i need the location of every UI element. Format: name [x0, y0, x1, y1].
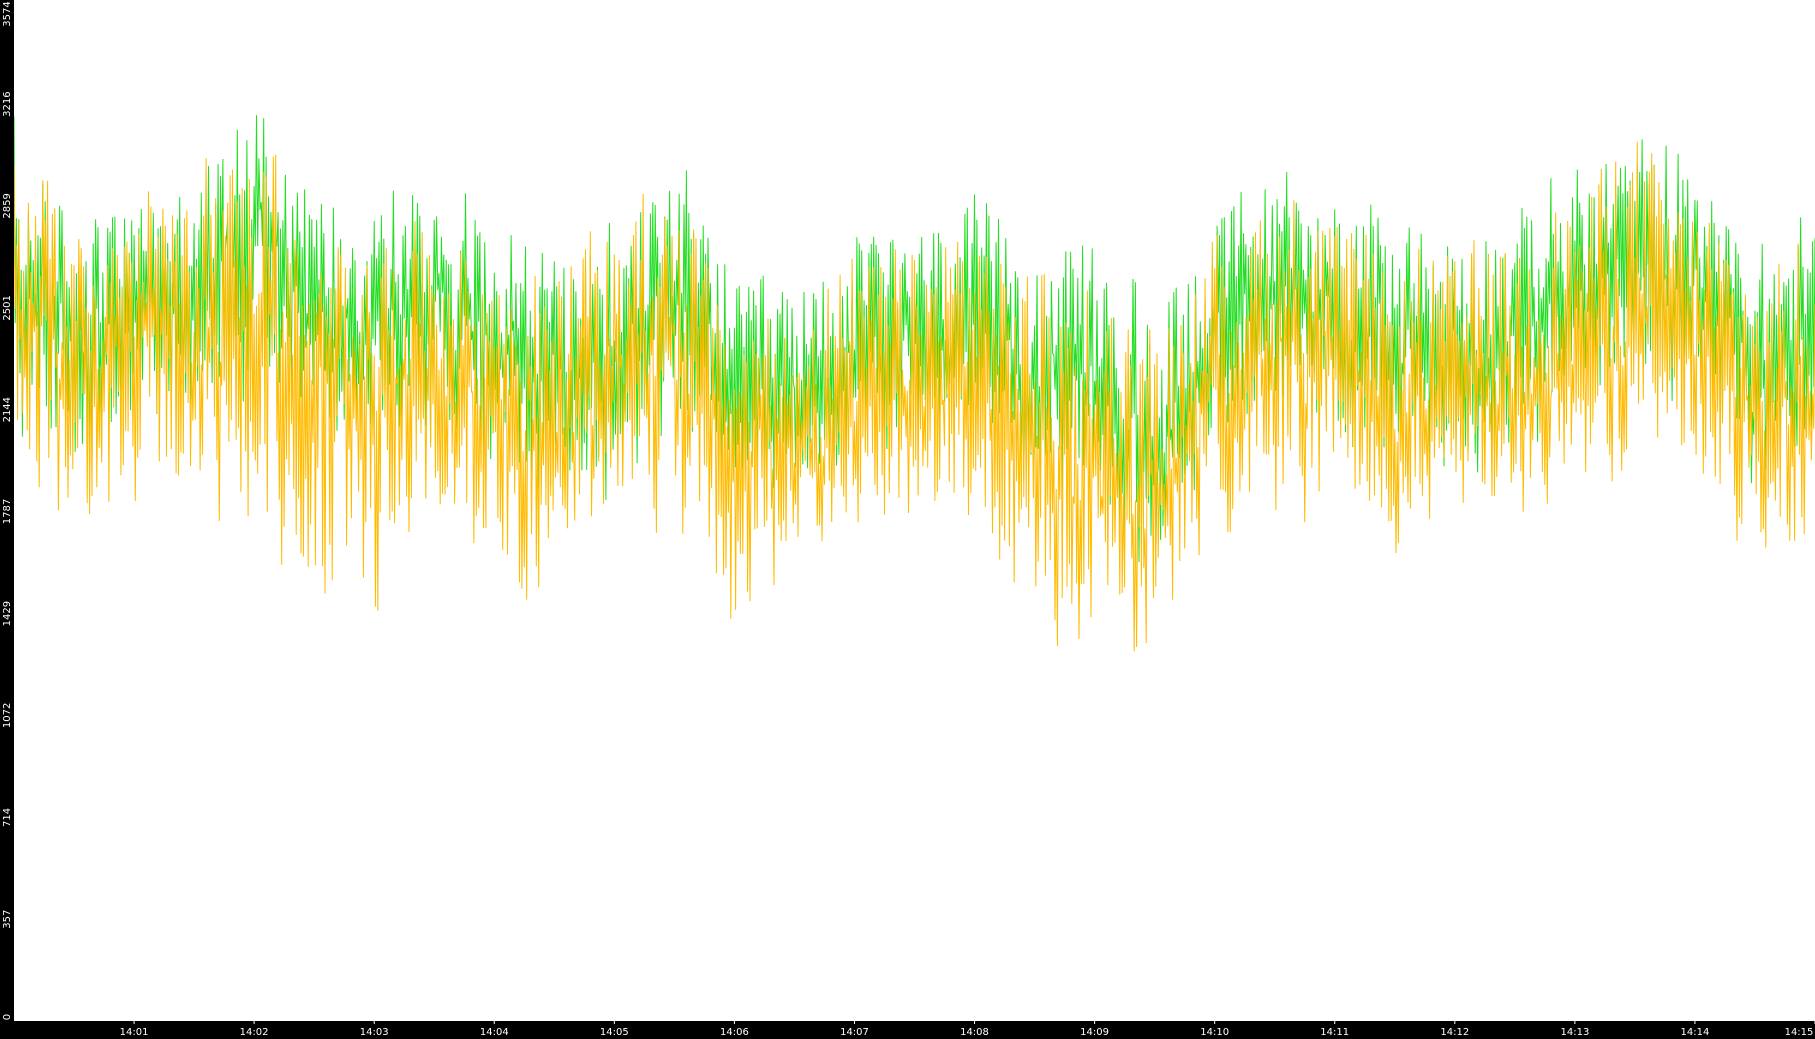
x-tick-label: 14:04 [480, 1027, 509, 1038]
x-tick-label: 14:03 [360, 1027, 389, 1038]
x-tick-label: 14:01 [120, 1027, 149, 1038]
x-tick-label: 14:12 [1440, 1027, 1469, 1038]
x-tick-label: 14:06 [720, 1027, 749, 1038]
y-tick-label: 2859 [2, 193, 13, 218]
y-tick-label: 1787 [2, 499, 13, 524]
x-tick-label: 14:13 [1560, 1027, 1589, 1038]
x-tick-label: 14:11 [1320, 1027, 1349, 1038]
x-tick-label: 14:05 [600, 1027, 629, 1038]
x-tick-label: 14:02 [240, 1027, 269, 1038]
x-tick-label: 14:14 [1680, 1027, 1709, 1038]
y-tick-label: 0 [2, 1014, 13, 1020]
y-tick-label: 1429 [2, 601, 13, 626]
x-tick-label: 14:08 [960, 1027, 989, 1038]
y-tick-label: 3574 [2, 1, 13, 26]
plot-background [0, 0, 1815, 1039]
y-tick-label: 2144 [2, 397, 13, 422]
line-chart: 035771410721429178721442501285932163574 … [0, 0, 1815, 1039]
y-tick-label: 2501 [2, 295, 13, 320]
x-tick-label: 14:15 [1785, 1027, 1814, 1038]
x-tick-label: 14:10 [1200, 1027, 1229, 1038]
x-axis-strip [0, 1021, 1815, 1039]
y-tick-label: 3216 [2, 91, 13, 116]
x-tick-label: 14:07 [840, 1027, 869, 1038]
y-tick-label: 1072 [2, 703, 13, 728]
chart-container: 0 357 714 1072 1429 1787 2144 2501 2859 3216 3574 … [0, 0, 1815, 1039]
y-tick-label: 357 [2, 910, 13, 929]
x-tick-label: 14:09 [1080, 1027, 1109, 1038]
y-tick-label: 714 [2, 808, 13, 827]
